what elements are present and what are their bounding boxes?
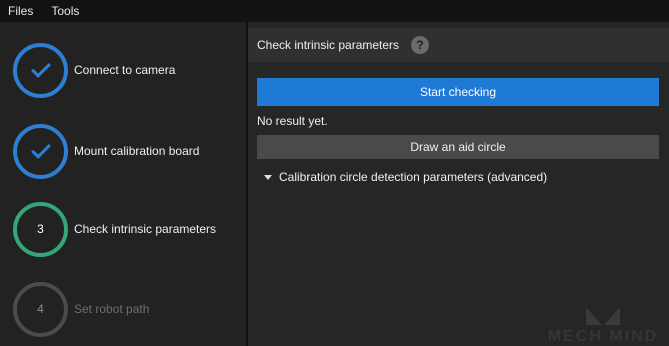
help-icon[interactable]: ?	[411, 36, 430, 54]
step-circle-current: 3	[13, 201, 68, 257]
panel-header: Check intrinsic parameters ?	[248, 28, 669, 62]
menu-files[interactable]: Files	[8, 4, 33, 18]
step-connect-camera[interactable]: Connect to camera	[13, 42, 243, 98]
mech-mind-logo-icon	[586, 307, 620, 325]
step-circle-pending: 4	[13, 281, 68, 337]
step-label: Mount calibration board	[74, 144, 200, 158]
step-label: Check intrinsic parameters	[74, 222, 217, 236]
step-set-robot-path: 4 Set robot path	[13, 281, 243, 337]
step-check-intrinsics[interactable]: 3 Check intrinsic parameters	[13, 201, 243, 257]
result-status: No result yet.	[257, 114, 328, 128]
menu-tools[interactable]: Tools	[51, 4, 79, 18]
step-mount-board[interactable]: Mount calibration board	[13, 123, 243, 179]
step-circle-done	[13, 42, 68, 98]
menu-bar: Files Tools	[0, 0, 669, 22]
watermark: MECH MIND	[538, 296, 668, 346]
step-circle-done	[13, 123, 68, 179]
start-checking-button[interactable]: Start checking	[257, 78, 659, 106]
panel-title: Check intrinsic parameters	[257, 38, 400, 52]
step-label: Connect to camera	[74, 63, 176, 77]
watermark-text: MECH MIND	[547, 328, 659, 345]
step-label: Set robot path	[74, 302, 150, 316]
check-icon	[30, 57, 51, 78]
advanced-params-label: Calibration circle detection parameters …	[279, 170, 548, 184]
advanced-params-toggle[interactable]: Calibration circle detection parameters …	[264, 170, 547, 184]
check-icon	[30, 138, 51, 159]
step-sidebar: Connect to camera Mount calibration boar…	[0, 22, 246, 346]
main-panel: Check intrinsic parameters ? Start check…	[248, 22, 669, 346]
draw-aid-circle-button[interactable]: Draw an aid circle	[257, 135, 659, 159]
triangle-down-icon	[264, 174, 272, 180]
